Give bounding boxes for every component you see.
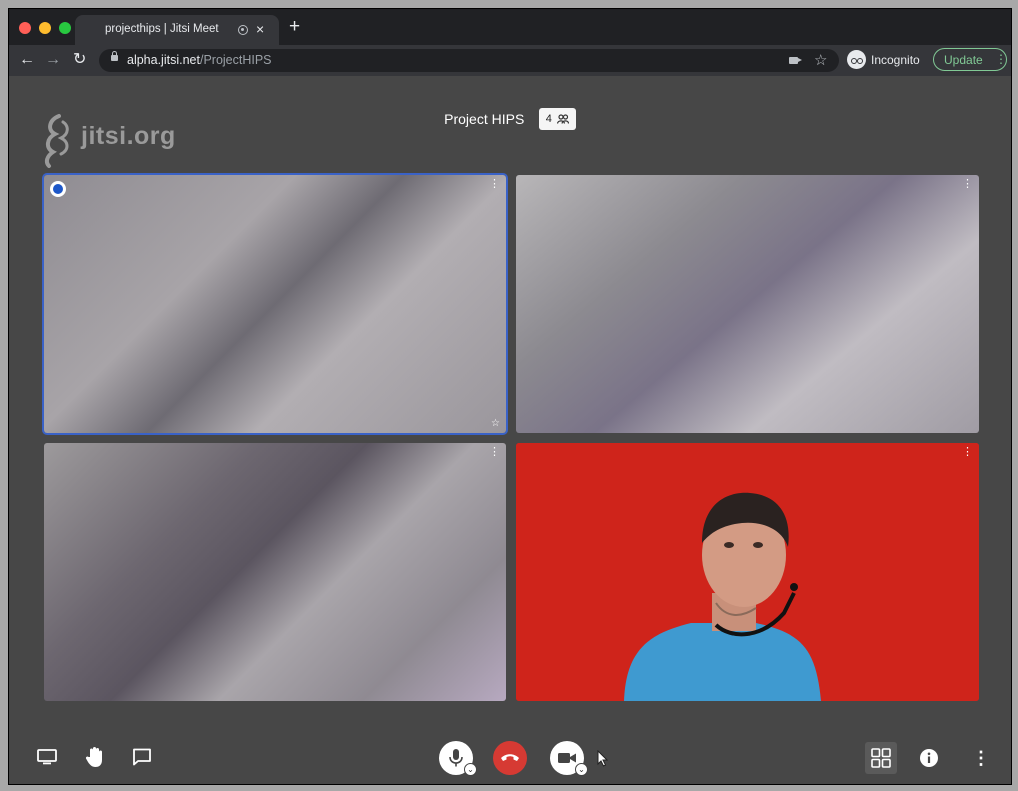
tile-menu-icon[interactable]: ⋮ [489,447,500,458]
mic-settings-chevron-icon[interactable]: ⌄ [464,763,477,776]
info-icon[interactable] [919,748,939,768]
participant-count-badge[interactable]: 4 [538,108,576,130]
browser-tab[interactable]: projecthips | Jitsi Meet × [75,15,279,45]
pin-star-icon[interactable]: ☆ [491,418,500,429]
tile-view-button[interactable] [865,742,897,774]
video-tile-1[interactable]: ⋮ ☆ [44,175,506,433]
hang-up-button[interactable] [493,741,527,775]
participant-count: 4 [545,113,552,125]
raise-hand-icon[interactable] [85,746,105,768]
recording-icon [238,25,248,35]
screen-share-icon[interactable] [37,749,57,765]
url-host: alpha.jitsi.net [127,53,200,67]
camera-icon [558,753,576,763]
close-window-button[interactable] [19,22,31,34]
tile-menu-icon[interactable]: ⋮ [962,179,973,190]
window-controls [19,22,71,34]
update-button[interactable]: Update ⋮ [933,48,1007,71]
url-text[interactable]: alpha.jitsi.net/ProjectHIPS [127,53,272,67]
update-label: Update [944,53,983,67]
tile-view-icon [871,748,891,768]
tab-strip: projecthips | Jitsi Meet × + [9,9,1011,45]
video-tile-4[interactable]: ⋮ [516,443,979,701]
camera-in-use-icon[interactable] [789,57,802,64]
browser-window: projecthips | Jitsi Meet × + ← → ↻ alpha… [8,8,1012,785]
microphone-icon [449,749,463,767]
camera-settings-chevron-icon[interactable]: ⌄ [575,763,588,776]
minimize-window-button[interactable] [39,22,51,34]
browser-toolbar: ← → ↻ alpha.jitsi.net/ProjectHIPS ☆ Inco… [9,45,1011,76]
url-path: /ProjectHIPS [199,53,272,67]
lock-icon[interactable] [111,51,118,61]
maximize-window-button[interactable] [59,22,71,34]
cursor-icon [597,750,608,767]
participant-video [516,443,979,701]
new-tab-button[interactable]: + [289,17,300,37]
tab-close-icon[interactable]: × [256,21,264,37]
address-bar[interactable]: alpha.jitsi.net/ProjectHIPS ☆ [99,49,839,72]
bookmark-star-icon[interactable]: ☆ [814,51,827,69]
back-button[interactable]: ← [19,50,35,70]
dominant-speaker-icon [50,181,66,197]
tab-title: projecthips | Jitsi Meet [105,23,219,35]
conference-subject: Project HIPS 4 [9,108,1011,130]
incognito-icon[interactable] [847,50,866,69]
tile-menu-icon[interactable]: ⋮ [489,179,500,190]
forward-button[interactable]: → [45,50,61,70]
tile-menu-icon[interactable]: ⋮ [962,447,973,458]
meeting-title: Project HIPS [444,111,525,127]
incognito-label[interactable]: Incognito [871,53,920,67]
participants-icon [556,114,569,124]
camera-button[interactable]: ⌄ [550,741,588,776]
reload-button[interactable]: ↻ [73,50,86,70]
meeting-area: jitsi.org Project HIPS 4 ⋮ ☆ ⋮ ⋮ ⋮ ⌄ ⌄ ⋮ [9,76,1011,784]
video-tile-2[interactable]: ⋮ [516,175,979,433]
video-tile-3[interactable]: ⋮ [44,443,506,701]
more-icon[interactable]: ⋮ [972,748,990,768]
browser-menu-icon[interactable]: ⋮ [995,51,1007,67]
chat-icon[interactable] [132,748,152,766]
microphone-button[interactable]: ⌄ [439,741,477,776]
hang-up-icon [501,754,519,761]
